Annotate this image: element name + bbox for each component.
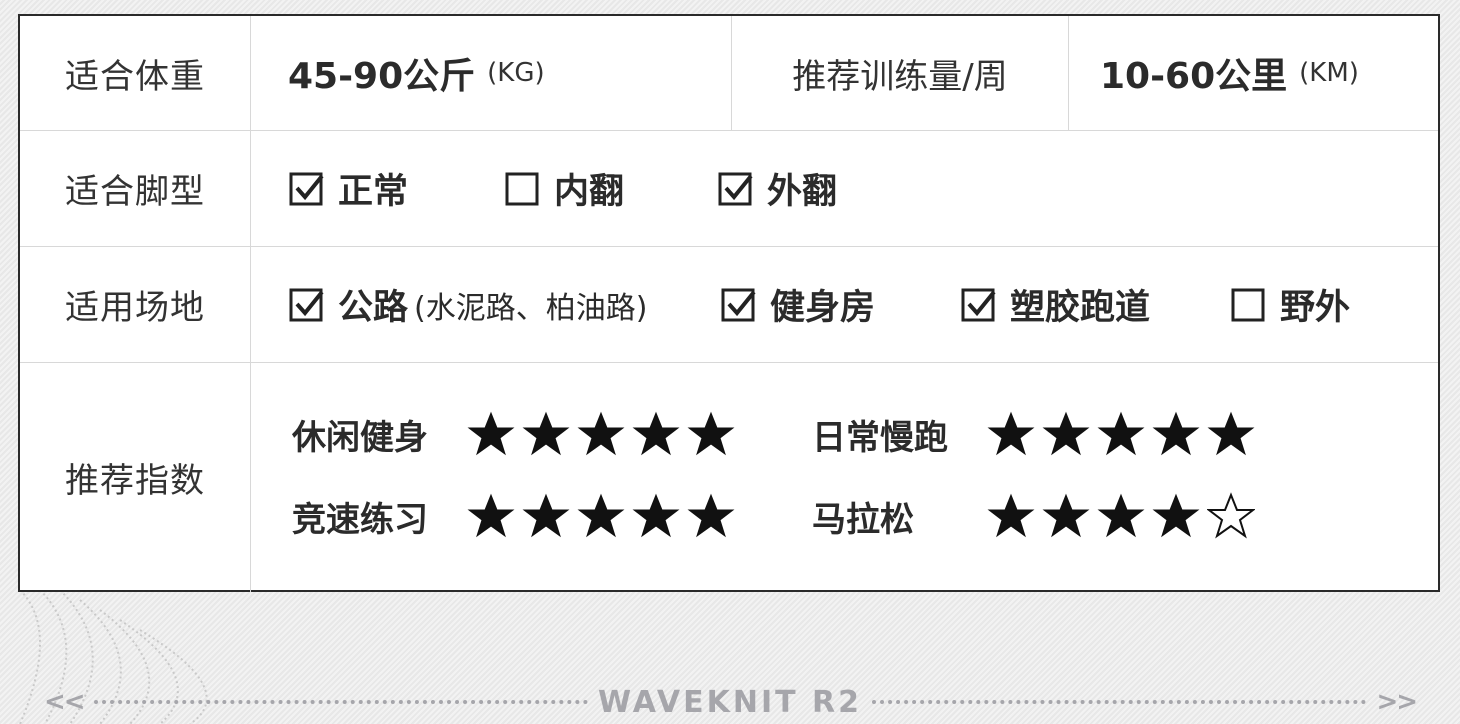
filled-star-icon <box>1042 410 1090 458</box>
divider <box>250 363 251 592</box>
filled-star-icon <box>577 410 625 458</box>
option-label: 正常 <box>338 172 409 212</box>
venue-option-track: 塑胶跑道 <box>960 247 1150 362</box>
filled-star-icon <box>632 410 680 458</box>
rating-label: 推荐指数 <box>65 461 205 501</box>
option-label: 塑胶跑道 <box>1010 288 1151 328</box>
filled-star-icon <box>1152 410 1200 458</box>
filled-star-icon <box>1097 410 1145 458</box>
weight-label: 适合体重 <box>65 56 205 97</box>
filled-star-icon <box>522 410 570 458</box>
option-note: (水泥路、柏油路) <box>414 290 648 326</box>
option-label: 公路 <box>338 288 409 328</box>
rating-item: 日常慢跑 <box>812 409 1262 459</box>
rating-item: 马拉松 <box>812 491 1262 541</box>
filled-star-icon <box>577 492 625 540</box>
star-rating <box>467 492 742 540</box>
foot-type-row: 适合脚型 正常 内翻 外翻 <box>20 131 1438 247</box>
star-rating <box>987 492 1262 540</box>
foot-option-pronation: 内翻 <box>504 131 624 246</box>
filled-star-icon <box>687 492 735 540</box>
filled-star-icon <box>467 492 515 540</box>
filled-star-icon <box>987 410 1035 458</box>
weight-value: 45-90公斤 (KG) <box>288 16 545 130</box>
training-label: 推荐训练量/周 <box>792 56 1008 97</box>
foot-type-label: 适合脚型 <box>65 172 205 212</box>
option-label: 健身房 <box>770 288 876 328</box>
venue-option-outdoor: 野外 <box>1230 247 1350 362</box>
divider <box>250 247 251 362</box>
unchecked-checkbox-icon <box>1230 287 1266 323</box>
venue-label: 适用场地 <box>65 288 205 328</box>
divider <box>250 131 251 246</box>
brand-name: WAVEKNIT R2 <box>597 684 863 720</box>
filled-star-icon <box>1207 410 1255 458</box>
training-unit: (KM) <box>1299 58 1359 88</box>
rating-name: 休闲健身 <box>292 417 428 458</box>
foot-option-normal: 正常 <box>288 131 408 246</box>
spec-table: 适合体重 45-90公斤 (KG) 推荐训练量/周 10-60公里 (KM) 适… <box>18 14 1440 592</box>
empty-star-icon <box>1207 492 1255 540</box>
filled-star-icon <box>1152 492 1200 540</box>
rating-row: 推荐指数 休闲健身 日常慢跑 竞速练习 马拉松 <box>20 363 1438 592</box>
option-label: 外翻 <box>767 172 838 212</box>
right-arrow: >> <box>1376 687 1418 717</box>
filled-star-icon <box>1097 492 1145 540</box>
filled-star-icon <box>987 492 1035 540</box>
star-rating <box>467 410 742 458</box>
divider <box>250 16 251 130</box>
option-label: 内翻 <box>554 172 625 212</box>
rating-item: 休闲健身 <box>292 409 742 459</box>
unchecked-checkbox-icon <box>504 171 540 207</box>
filled-star-icon <box>467 410 515 458</box>
divider <box>1068 16 1069 130</box>
filled-star-icon <box>632 492 680 540</box>
weight-range: 45-90公斤 <box>288 56 476 97</box>
filled-star-icon <box>687 410 735 458</box>
foot-option-supination: 外翻 <box>717 131 837 246</box>
checked-checkbox-icon <box>717 171 753 207</box>
filled-star-icon <box>1042 492 1090 540</box>
dotted-line <box>93 700 588 704</box>
checked-checkbox-icon <box>288 287 324 323</box>
weight-unit: (KG) <box>487 58 545 88</box>
filled-star-icon <box>522 492 570 540</box>
option-label: 野外 <box>1280 288 1351 328</box>
checked-checkbox-icon <box>288 171 324 207</box>
venue-option-gym: 健身房 <box>720 247 875 362</box>
venue-row: 适用场地 公路 (水泥路、柏油路) 健身房 塑胶跑道 野外 <box>20 247 1438 363</box>
rating-name: 马拉松 <box>812 499 914 540</box>
star-rating <box>987 410 1262 458</box>
venue-option-road: 公路 (水泥路、柏油路) <box>288 247 647 362</box>
footer-brand-bar: << WAVEKNIT R2 >> <box>44 682 1418 722</box>
training-value: 10-60公里 (KM) <box>1100 16 1359 130</box>
rating-name: 日常慢跑 <box>812 417 948 458</box>
rating-name: 竞速练习 <box>292 499 428 540</box>
checked-checkbox-icon <box>960 287 996 323</box>
training-range: 10-60公里 <box>1100 56 1288 97</box>
rating-item: 竞速练习 <box>292 491 742 541</box>
weight-row: 适合体重 45-90公斤 (KG) 推荐训练量/周 10-60公里 (KM) <box>20 16 1438 131</box>
dotted-line <box>872 700 1367 704</box>
left-arrow: << <box>44 687 86 717</box>
checked-checkbox-icon <box>720 287 756 323</box>
